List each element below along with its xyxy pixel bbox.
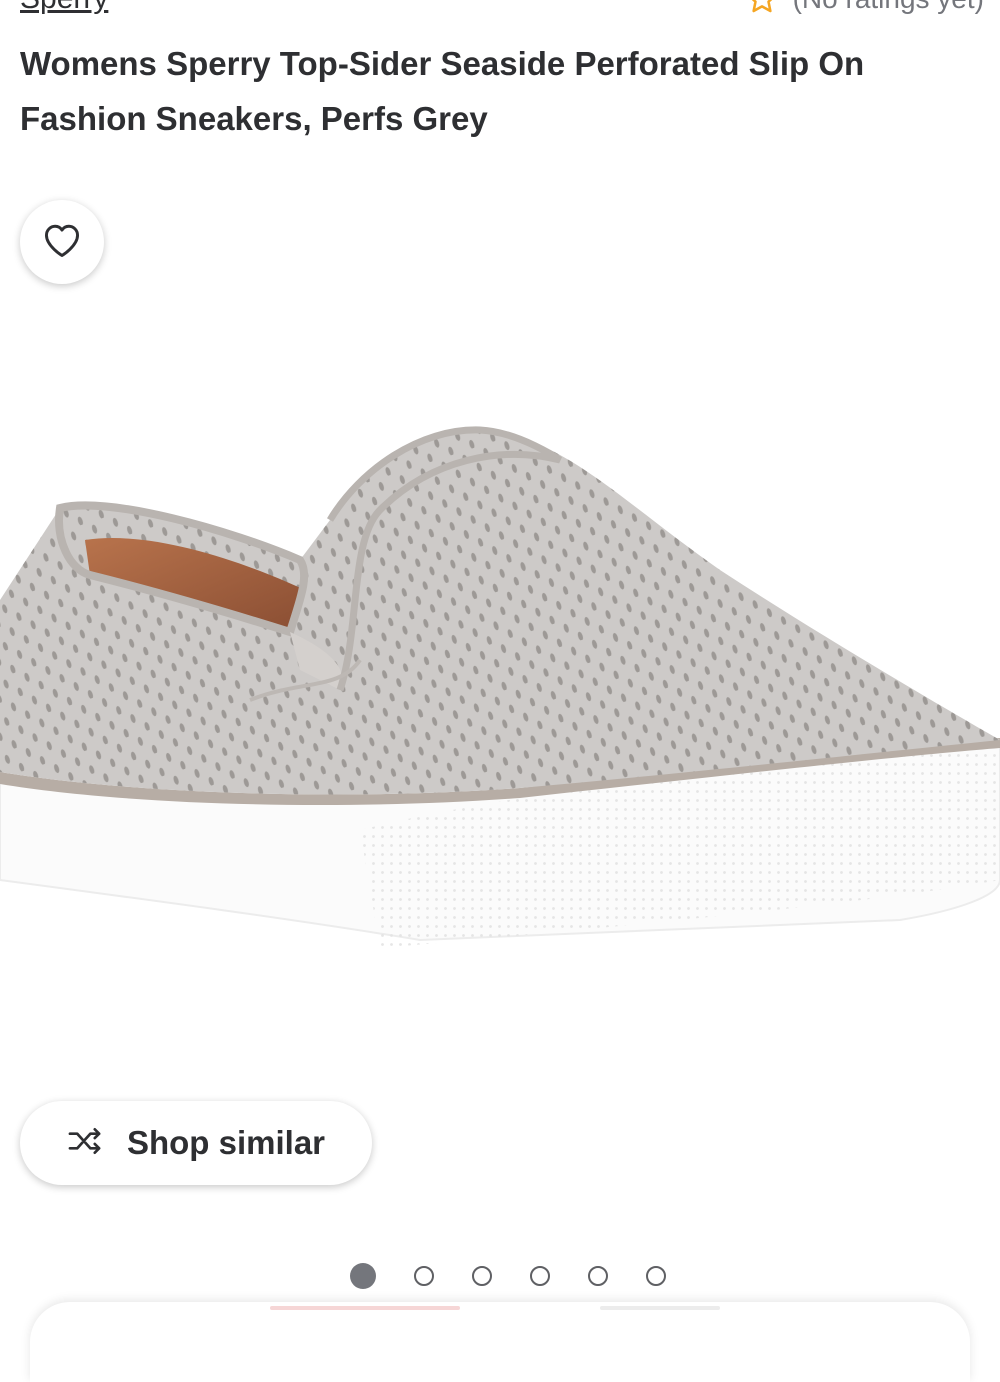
carousel-dot-4[interactable]	[530, 1266, 550, 1286]
heart-outline-icon	[42, 222, 82, 263]
carousel-dot-1[interactable]	[350, 1263, 376, 1289]
carousel-dot-5[interactable]	[588, 1266, 608, 1286]
brand-link[interactable]: Sperry	[20, 0, 108, 16]
bottom-sheet-content-hint	[270, 1306, 460, 1310]
product-image[interactable]	[0, 400, 1000, 980]
shop-similar-button[interactable]: Shop similar	[20, 1101, 372, 1185]
star-outline-icon	[745, 0, 779, 16]
carousel-dot-6[interactable]	[646, 1266, 666, 1286]
rating-text: (No ratings yet)	[793, 0, 984, 15]
bottom-sheet-content-hint	[600, 1306, 720, 1310]
favorite-button[interactable]	[20, 200, 104, 284]
bottom-sheet[interactable]	[30, 1302, 970, 1382]
image-carousel-dots	[8, 1263, 1000, 1292]
product-title: Womens Sperry Top-Sider Seaside Perforat…	[20, 45, 865, 137]
shop-similar-label: Shop similar	[126, 1124, 326, 1161]
carousel-dot-3[interactable]	[472, 1266, 492, 1286]
rating-summary[interactable]: (No ratings yet)	[745, 0, 984, 16]
shuffle-icon	[67, 1126, 105, 1161]
carousel-dot-2[interactable]	[414, 1266, 434, 1286]
